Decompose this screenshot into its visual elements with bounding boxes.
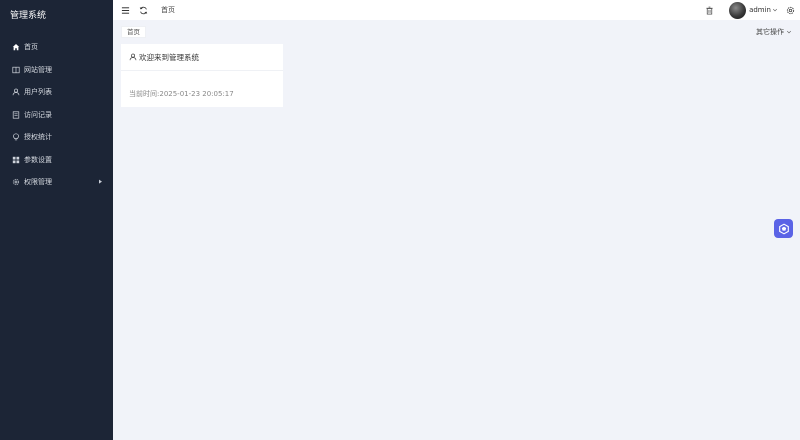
other-operations-dropdown[interactable]: 其它操作	[756, 27, 792, 37]
sidebar-menu: 首页 网站管理 用户列表 访问记录 授权统计 参数设置 权限管理	[0, 36, 113, 194]
sidebar-item-access-log[interactable]: 访问记录	[0, 104, 113, 127]
home-icon	[11, 43, 20, 52]
breadcrumb[interactable]: 首页	[161, 5, 175, 15]
header-actions: admin	[703, 0, 796, 20]
brand-title: 管理系统	[10, 11, 47, 21]
refresh-icon[interactable]	[137, 4, 149, 16]
sidebar-item-home[interactable]: 首页	[0, 36, 113, 59]
user-icon	[11, 88, 20, 97]
caret-right-icon	[99, 179, 102, 184]
trash-icon[interactable]	[703, 4, 715, 16]
sidebar-item-auth-stats[interactable]: 授权统计	[0, 126, 113, 149]
grid-icon	[11, 155, 20, 164]
avatar[interactable]	[729, 1, 747, 19]
card-title: 欢迎来到管理系统	[139, 52, 199, 62]
current-time-value: 2025-01-23 20:05:17	[159, 90, 234, 98]
user-name: admin	[749, 6, 771, 14]
user-menu[interactable]: admin	[749, 6, 778, 14]
chevron-down-icon	[772, 8, 778, 12]
sidebar-item-label: 用户列表	[24, 88, 52, 97]
sidebar-item-permission-management[interactable]: 权限管理	[0, 171, 113, 194]
chevron-down-icon	[786, 30, 792, 34]
sidebar-item-label: 参数设置	[24, 155, 52, 164]
user-icon	[129, 53, 137, 61]
book-icon	[11, 65, 20, 74]
menu-toggle-icon[interactable]	[119, 4, 131, 16]
sidebar: 管理系统 首页 网站管理 用户列表 访问记录 授权统计 参数设置 权限管理	[0, 0, 113, 440]
sidebar-item-label: 网站管理	[24, 65, 52, 74]
lightbulb-icon	[11, 133, 20, 142]
sidebar-item-label: 授权统计	[24, 133, 52, 142]
other-operations-label: 其它操作	[756, 28, 784, 36]
current-time-label: 当前时间:	[129, 90, 160, 98]
sidebar-item-user-list[interactable]: 用户列表	[0, 81, 113, 104]
tab-home[interactable]: 首页	[121, 26, 146, 38]
document-icon	[11, 110, 20, 119]
floating-assistant-button[interactable]	[774, 219, 793, 238]
welcome-card: 欢迎来到管理系统 当前时间:2025-01-23 20:05:17	[121, 44, 283, 107]
sidebar-item-label: 权限管理	[24, 178, 52, 187]
gear-icon	[11, 178, 20, 187]
sidebar-item-label: 访问记录	[24, 110, 52, 119]
sidebar-item-param-settings[interactable]: 参数设置	[0, 149, 113, 172]
top-header: 首页 admin	[113, 0, 800, 20]
assistant-icon	[778, 223, 789, 234]
current-time: 当前时间:2025-01-23 20:05:17	[121, 71, 283, 99]
card-header: 欢迎来到管理系统	[121, 44, 283, 71]
settings-icon[interactable]	[784, 4, 796, 16]
sidebar-item-label: 首页	[24, 43, 38, 52]
sidebar-item-site-management[interactable]: 网站管理	[0, 59, 113, 82]
